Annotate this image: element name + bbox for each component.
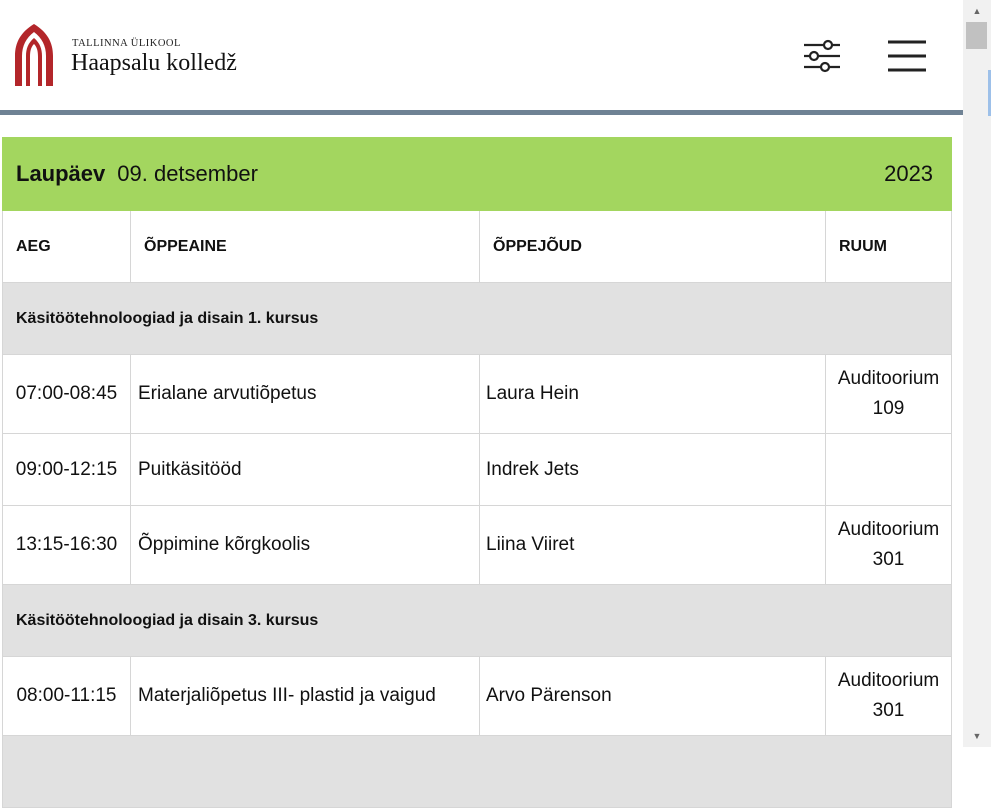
lesson-teacher: Liina Viiret bbox=[479, 505, 826, 585]
lesson-subject: Õppimine kõrgkoolis bbox=[130, 505, 480, 585]
brand-university-name[interactable]: TALLINNA ÜLIKOOL bbox=[72, 38, 181, 49]
lesson-row: 09:00-12:15 Puitkäsitööd Indrek Jets bbox=[2, 433, 953, 506]
column-header-row: AEG ÕPPEAINE ÕPPEJÕUD RUUM bbox=[2, 210, 953, 283]
lesson-time: 09:00-12:15 bbox=[2, 433, 131, 506]
lesson-room-number: 301 bbox=[872, 700, 905, 721]
lesson-subject: Materjaliõpetus III- plastid ja vaigud bbox=[130, 656, 480, 736]
hamburger-menu-icon bbox=[888, 40, 926, 72]
group-title: Käsitöötehnoloogiad ja disain 1. kursus bbox=[1, 282, 953, 355]
group-title: Käsitöötehnoloogiad ja disain 3. kursus bbox=[1, 584, 953, 657]
column-header-room: RUUM bbox=[824, 210, 953, 283]
lesson-time: 13:15-16:30 bbox=[2, 505, 131, 585]
group-header-row: Käsitöötehnoloogiad ja disain 1. kursus bbox=[1, 282, 953, 355]
lesson-room: Auditoorium 301 bbox=[824, 505, 953, 585]
university-logo[interactable] bbox=[13, 22, 55, 88]
lesson-room-name: Auditoorium bbox=[837, 670, 940, 691]
scrollbar-thumb[interactable] bbox=[966, 22, 987, 49]
filter-button[interactable] bbox=[800, 37, 844, 77]
day-date: 09. detsember bbox=[117, 161, 258, 186]
brand-college-name[interactable]: Haapsalu kolledž bbox=[71, 50, 237, 77]
lesson-room-number: 301 bbox=[872, 549, 905, 570]
lesson-teacher: Indrek Jets bbox=[479, 433, 826, 506]
lesson-subject: Erialane arvutiõpetus bbox=[130, 354, 480, 434]
lesson-row: 08:00-11:15 Materjaliõpetus III- plastid… bbox=[2, 656, 953, 736]
lesson-row: 07:00-08:45 Erialane arvutiõpetus Laura … bbox=[2, 354, 953, 434]
lesson-room-name: Auditoorium bbox=[837, 368, 940, 389]
lesson-teacher: Laura Hein bbox=[479, 354, 826, 434]
lesson-time: 08:00-11:15 bbox=[2, 656, 131, 736]
sliders-icon bbox=[804, 39, 840, 73]
menu-button[interactable] bbox=[886, 38, 928, 76]
lesson-room bbox=[824, 433, 953, 506]
vertical-scrollbar[interactable]: ▲ ▼ bbox=[963, 0, 991, 747]
lesson-room: Auditoorium 301 bbox=[824, 656, 953, 736]
site-header: TALLINNA ÜLIKOOL Haapsalu kolledž bbox=[0, 0, 963, 110]
group-header-row bbox=[1, 735, 953, 808]
scroll-down-arrow-icon[interactable]: ▼ bbox=[963, 725, 991, 747]
day-year: 2023 bbox=[884, 161, 934, 186]
lesson-room-name: Auditoorium bbox=[837, 519, 940, 540]
schedule-table: Laupäev 09. detsember 2023 AEG ÕPPEAINE Õ… bbox=[1, 137, 953, 808]
column-header-teacher: ÕPPEJÕUD bbox=[479, 210, 826, 283]
scroll-up-arrow-icon[interactable]: ▲ bbox=[963, 0, 991, 22]
column-header-subject: ÕPPEAINE bbox=[130, 210, 480, 283]
lesson-subject: Puitkäsitööd bbox=[130, 433, 480, 506]
lesson-teacher: Arvo Pärenson bbox=[479, 656, 826, 736]
day-weekday: Laupäev bbox=[16, 161, 106, 186]
lesson-room-number: 109 bbox=[872, 398, 905, 419]
header-divider bbox=[0, 110, 963, 115]
day-header-row: Laupäev 09. detsember 2023 bbox=[1, 137, 953, 211]
column-header-time: AEG bbox=[2, 210, 131, 283]
group-header-row: Käsitöötehnoloogiad ja disain 3. kursus bbox=[1, 584, 953, 657]
lesson-room: Auditoorium 109 bbox=[824, 354, 953, 434]
lesson-time: 07:00-08:45 bbox=[2, 354, 131, 434]
lesson-row: 13:15-16:30 Õppimine kõrgkoolis Liina Vi… bbox=[2, 505, 953, 585]
